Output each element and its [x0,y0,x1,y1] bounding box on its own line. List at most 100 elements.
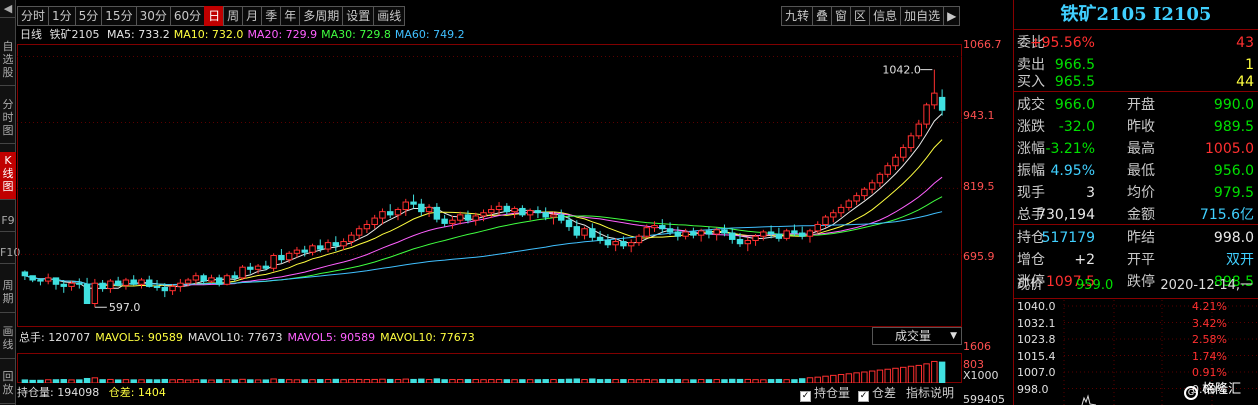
candle [674,226,682,241]
quote-value: +2 [1074,252,1095,268]
tool-button-2[interactable]: 窗 [831,6,851,26]
period-tab-1[interactable]: 1分 [48,6,75,26]
contract-label: 铁矿2105 [49,28,100,41]
volume-axis-label: 1606 [963,340,991,353]
tool-button-0[interactable]: 九转 [781,6,813,26]
left-tab-8[interactable]: 回放 [0,368,16,404]
candle [146,275,153,288]
candle [99,280,106,292]
candle [627,239,635,253]
mini-price-label: 1040.0 [1017,300,1056,313]
indicator-selector[interactable]: 成交量 ▼ [872,327,962,345]
period-tab-10[interactable]: 年 [280,6,300,26]
ma-legend-item: MA5: 733.2 [107,28,170,41]
volume-bar [853,372,860,383]
tool-button-3[interactable]: 区 [850,6,870,26]
watermark-logo-icon: G [1184,386,1198,400]
left-tab-label: 分时图 [2,98,14,137]
ma-legend: 日线 铁矿2105 MA5: 733.2 MA10: 732.0 MA20: 729… [20,28,473,42]
indicator-help-button[interactable]: 指标说明 [906,383,954,403]
period-tab-7[interactable]: 周 [223,6,243,26]
check-icon: ✓ [800,391,811,402]
candle [783,228,790,241]
candle [433,203,441,223]
period-tab-12[interactable]: 设置 [342,6,374,26]
chevron-down-icon: ▼ [950,331,957,341]
candle [441,214,448,227]
candle [363,220,371,234]
left-tab-6[interactable]: 周期 [0,277,16,313]
left-tab-7[interactable]: 画线 [0,323,16,359]
period-tab-5[interactable]: 60分 [169,6,205,26]
left-tab-0[interactable]: ◀ [0,0,16,18]
quote-label: 涨跌 [1017,119,1045,135]
period-tab-0[interactable]: 分时 [17,6,49,26]
candle [83,277,91,305]
period-tab-3[interactable]: 15分 [101,6,136,26]
candle [324,239,332,253]
candle [814,221,821,234]
candle [122,277,130,290]
quote-label: 最高 [1127,141,1155,157]
candle [425,204,433,218]
mini-pct-label: 4.21% [1192,300,1227,313]
candle [526,208,534,221]
ma5-line [24,113,943,290]
volume-bar [892,367,899,383]
volume-bar [845,373,853,383]
candle [21,270,29,281]
candle [659,219,666,234]
period-tab-4[interactable]: 30分 [135,6,170,26]
ma-legend-item: MA20: 729.9 [247,28,318,41]
volume-bar [837,374,845,383]
period-tab-8[interactable]: 月 [242,6,262,26]
quote-row: 涨跌 -32.0 昨收 989.5 [1014,116,1258,138]
tool-button-6[interactable]: ▶ [943,6,961,26]
left-tab-3[interactable]: K线图 [0,152,16,200]
quote-date: 2020-12-14,一 [1160,278,1253,293]
period-tab-11[interactable]: 多周期 [299,6,343,26]
candle [907,132,915,152]
candle [892,153,899,171]
volume-bar [884,368,891,383]
left-tab-5[interactable]: F10 [0,244,20,264]
quote-label: 增仓 [1017,252,1045,268]
quote-row: 振幅 4.95% 最低 956.0 [1014,160,1258,182]
period-tab-6[interactable]: 日 [204,6,224,26]
quote-value: -3.21% [1045,141,1095,157]
diff-label: 仓差: 1404 [108,386,166,399]
candle [239,265,246,281]
candle [558,209,565,224]
candle [853,192,860,206]
tool-button-1[interactable]: 叠 [812,6,832,26]
quote-value: 44 [1236,74,1254,90]
volume-bar [876,369,884,383]
candle [355,225,363,240]
price-label: 现价 [1017,278,1044,293]
candle [876,172,884,188]
quote-label: 开盘 [1127,97,1155,113]
period-tab-9[interactable]: 季 [261,6,281,26]
diff-checkbox[interactable]: ✓ 仓差 [858,383,896,403]
candle [29,275,36,283]
quote-value: 979.5 [1213,185,1254,201]
candle [534,206,542,219]
period-tab-2[interactable]: 5分 [74,6,102,26]
left-tab-1[interactable]: 自选股 [0,38,16,86]
tool-button-4[interactable]: 信息 [869,6,901,26]
tool-button-5[interactable]: 加自选 [900,6,944,26]
left-tab-label: K线图 [2,154,14,193]
quote-row: 持仓 517179 昨结 998.0 [1014,227,1258,249]
quote-value: 517179 [1041,230,1095,246]
quote-label: 成交 [1017,97,1045,113]
quote-value: +95.56% [1029,35,1095,51]
period-tab-13[interactable]: 画线 [373,6,406,26]
left-tab-4[interactable]: F9 [0,212,16,232]
position-checkbox[interactable]: ✓ 持仓量 [800,383,850,403]
quote-value: 965.5 [1054,74,1095,90]
volume-chart[interactable] [17,353,962,383]
candle [744,237,752,252]
left-tab-2[interactable]: 分时图 [0,96,16,144]
candle [503,203,511,215]
candlestick-chart[interactable]: 1042.0 597.0 [17,44,962,327]
